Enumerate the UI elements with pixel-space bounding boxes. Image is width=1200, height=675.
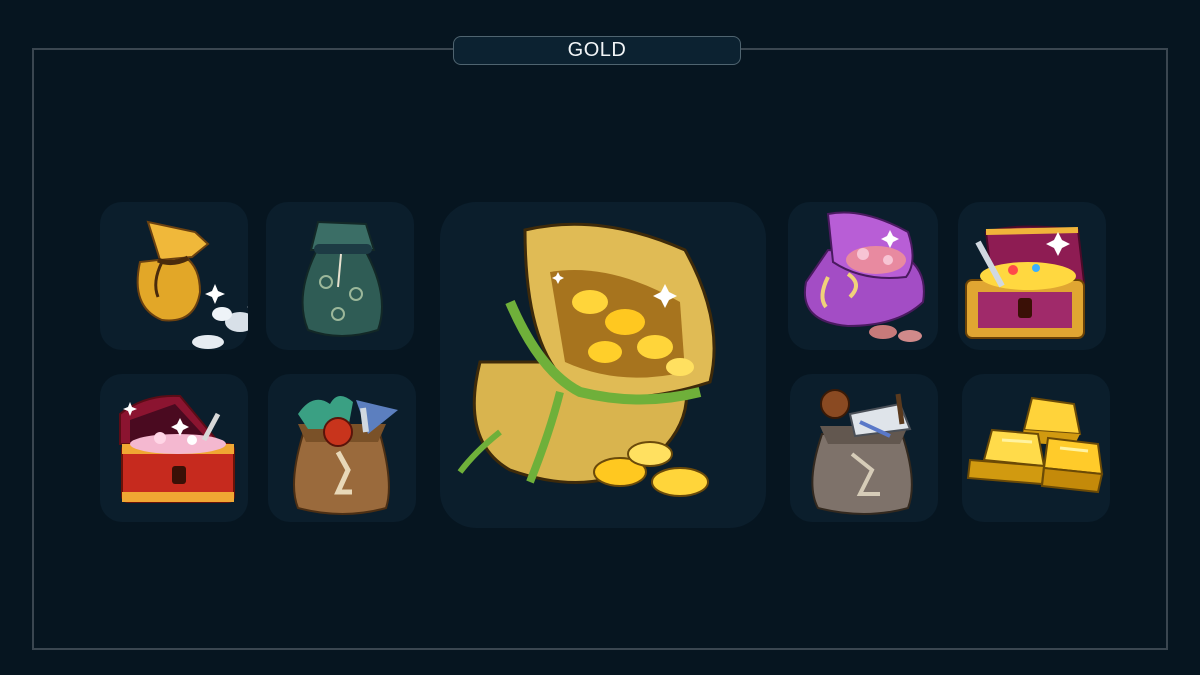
purple-pouch-with-red-coins-icon [803, 211, 925, 342]
item-slot-green-pouch[interactable] [266, 202, 414, 350]
item-slot-red-chest[interactable] [100, 374, 248, 522]
item-slot-large-gold-sack[interactable] [440, 202, 766, 528]
grey-sack-with-weapons-icon [811, 389, 913, 515]
item-slot-brown-sack[interactable] [268, 374, 416, 522]
item-slot-grey-sack[interactable] [790, 374, 938, 522]
item-slot-gold-chest[interactable] [958, 202, 1106, 350]
panel-title: GOLD [453, 36, 741, 65]
red-treasure-chest-with-gems-icon [119, 394, 235, 503]
large-gold-coin-sack-icon [457, 222, 716, 497]
gold-bars-stack-icon [966, 396, 1104, 494]
small-gold-pouch-with-silver-coins-icon [136, 220, 248, 349]
item-slot-gold-bars[interactable] [962, 374, 1110, 522]
gold-treasure-chest-with-sword-icon [965, 225, 1086, 339]
brown-sack-with-herbs-and-orb-icon [293, 395, 398, 515]
green-patterned-cloth-pouch-icon [301, 220, 383, 337]
item-slot-purple-pouch[interactable] [788, 202, 938, 350]
item-slot-gold-pouch[interactable] [100, 202, 248, 350]
